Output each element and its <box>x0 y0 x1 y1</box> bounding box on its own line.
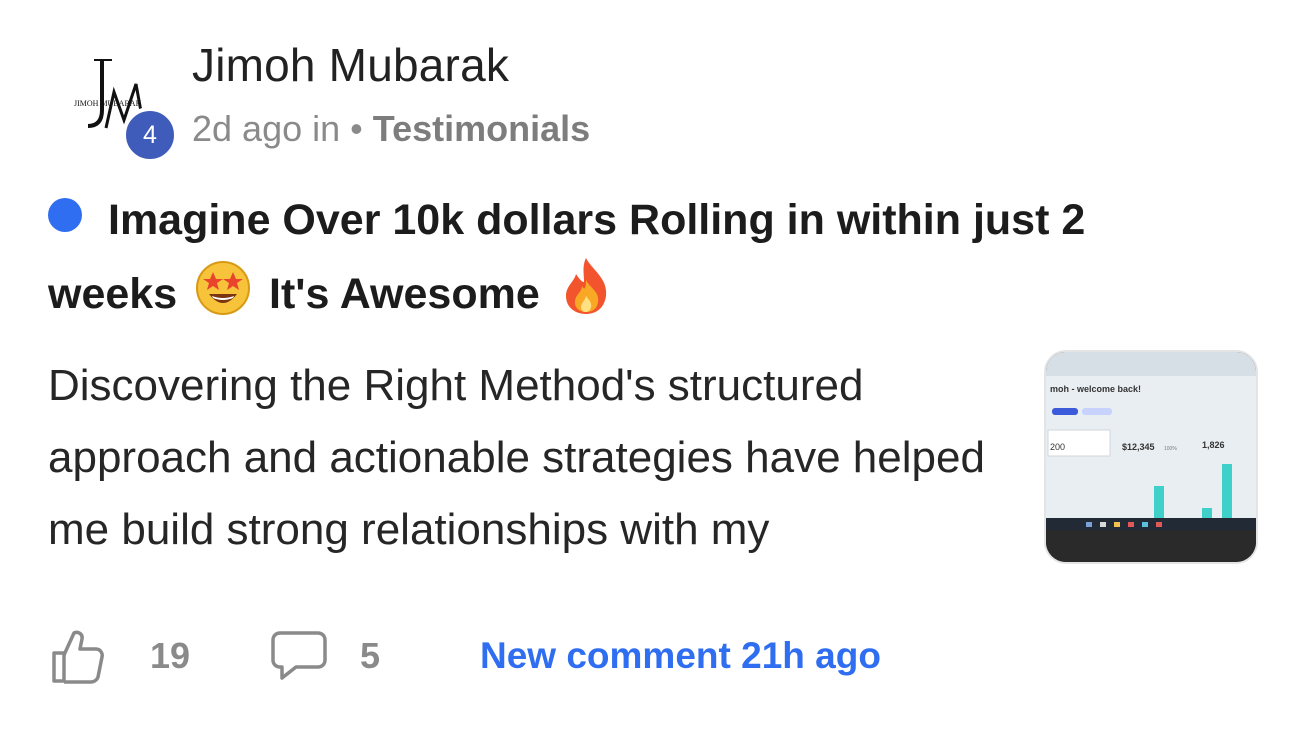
comment-icon[interactable] <box>270 629 328 681</box>
comment-count: 5 <box>360 635 381 676</box>
dashboard-photo: moh - welcome back! 200 $12,345 100% 1,8… <box>1046 352 1256 562</box>
logo-text: JIMOH MUBARAK <box>74 99 142 108</box>
meta-separator: • <box>350 108 363 149</box>
post-body-preview[interactable]: Discovering the Right Method's structure… <box>48 350 1028 566</box>
thumbs-up-icon[interactable] <box>50 627 106 685</box>
category-link[interactable]: Testimonials <box>373 108 590 149</box>
post-title[interactable]: Imagine Over 10k dollars Rolling in with… <box>48 184 1208 330</box>
thumb-stat-1: 200 <box>1050 442 1065 452</box>
post-title-text-2: It's Awesome <box>269 270 540 318</box>
thumb-stat-3: 1,826 <box>1202 440 1225 450</box>
fire-emoji-icon <box>565 258 606 314</box>
star-struck-emoji-icon <box>196 261 251 315</box>
author-avatar[interactable]: JIMOH MUBARAK 4 <box>62 48 178 163</box>
post-footer: 19 5 New comment 21h ago <box>50 625 1250 689</box>
level-badge: 4 <box>122 107 178 163</box>
author-name[interactable]: Jimoh Mubarak <box>192 38 509 92</box>
post-meta: 2d ago in • Testimonials <box>192 108 590 150</box>
new-comment-link[interactable]: New comment 21h ago <box>480 635 881 677</box>
post-time: 2d ago in <box>192 108 341 149</box>
thumb-pct: 100% <box>1164 446 1177 452</box>
thumb-welcome-text: moh - welcome back! <box>1050 384 1141 394</box>
like-count: 19 <box>150 635 191 676</box>
post-thumbnail[interactable]: moh - welcome back! 200 $12,345 100% 1,8… <box>1044 350 1258 564</box>
thumb-stat-2: $12,345 <box>1122 442 1155 452</box>
community-post-card[interactable]: JIMOH MUBARAK 4 Jimoh Mubarak 2d ago in … <box>0 0 1290 745</box>
